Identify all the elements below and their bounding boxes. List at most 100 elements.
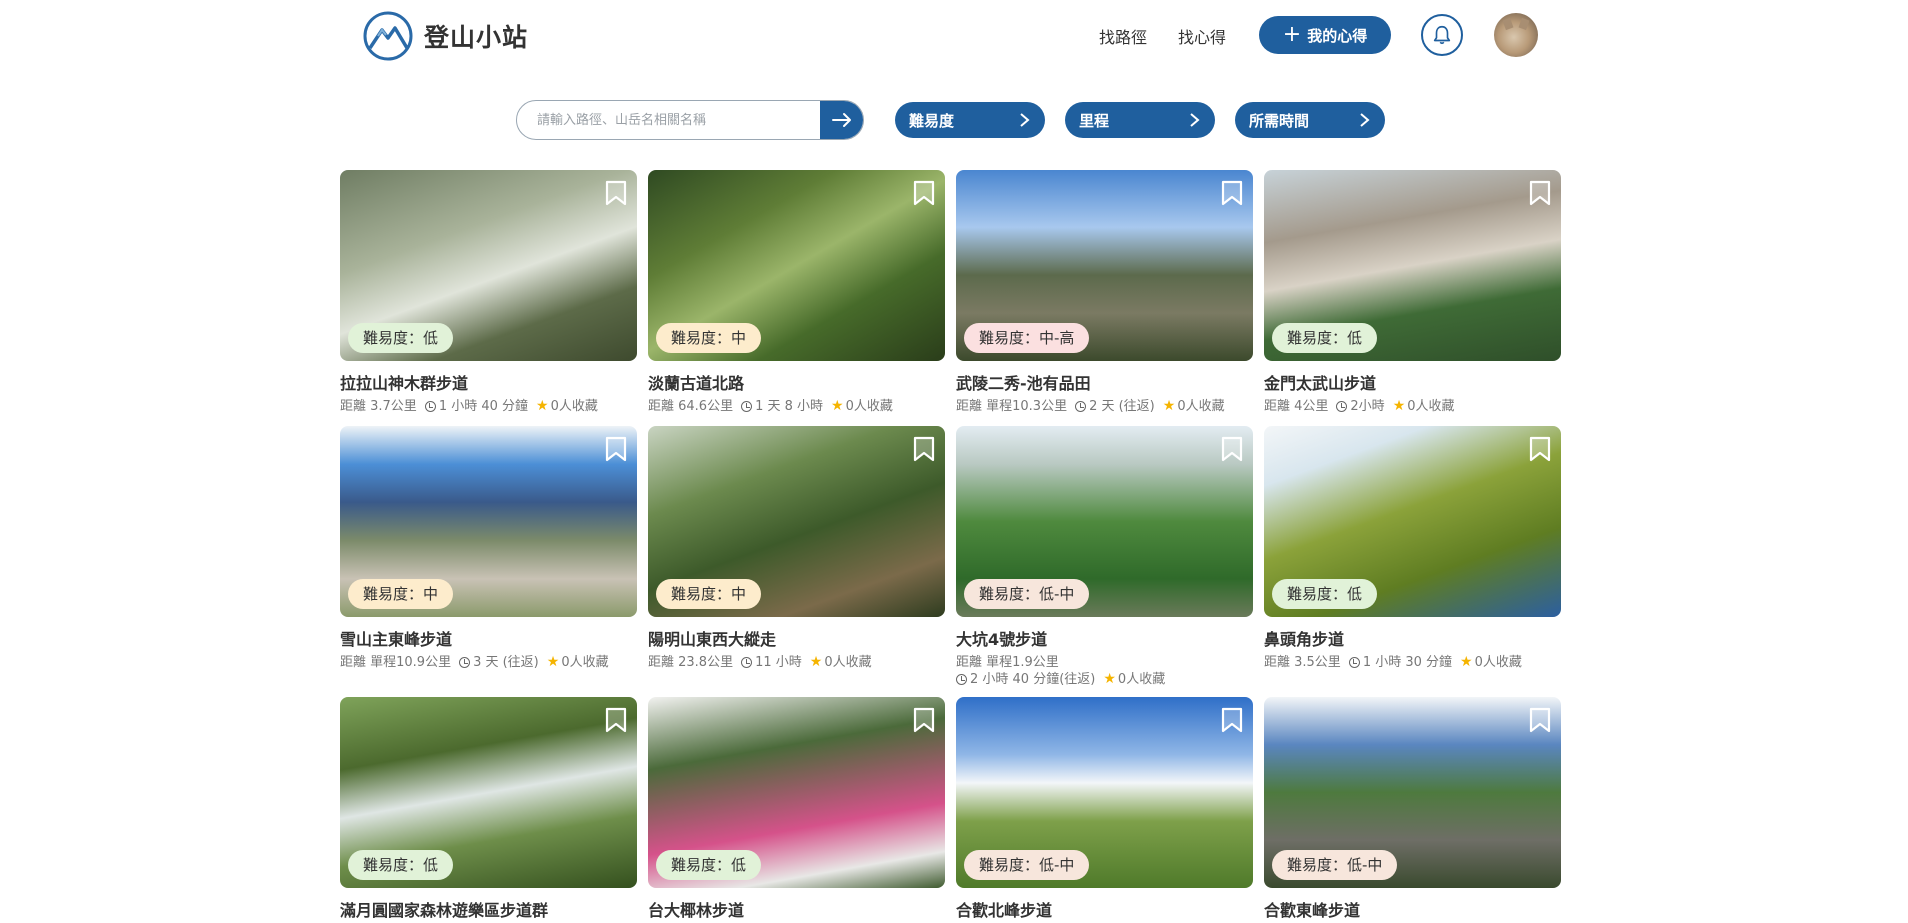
- trail-distance: 距離 3.5公里: [1264, 655, 1341, 670]
- trail-title[interactable]: 台大椰林步道: [648, 897, 945, 921]
- clock-icon: [956, 674, 967, 685]
- trail-favorites: 0人收藏: [1407, 399, 1455, 414]
- trail-meta: 距離 4公里 2小時 ★ 0人收藏: [1264, 398, 1561, 415]
- mountain-logo-icon: [363, 11, 413, 61]
- bookmark-icon[interactable]: [1529, 707, 1551, 733]
- bookmark-icon[interactable]: [1221, 436, 1243, 462]
- trail-title[interactable]: 大坑4號步道: [956, 626, 1253, 650]
- trail-favorites: 0人收藏: [1474, 655, 1522, 670]
- trail-card[interactable]: 難易度：中 雪山主東峰步道 距離 單程10.9公里 3 天 (往返) ★ 0人收藏: [340, 426, 637, 671]
- nav-find-notes[interactable]: 找心得: [1178, 24, 1226, 48]
- bookmark-icon[interactable]: [913, 180, 935, 206]
- trail-time: 2小時: [1350, 399, 1385, 414]
- trail-photo[interactable]: 難易度：中: [648, 170, 945, 361]
- bookmark-icon[interactable]: [605, 436, 627, 462]
- filter-distance-button[interactable]: 里程: [1065, 102, 1215, 138]
- clock-icon: [459, 657, 471, 668]
- trail-photo[interactable]: 難易度：低: [340, 697, 637, 888]
- my-posts-label: 我的心得: [1307, 26, 1368, 45]
- difficulty-badge: 難易度：低: [348, 850, 454, 880]
- trail-title[interactable]: 陽明山東西大縱走: [648, 626, 945, 650]
- filter-label: 里程: [1079, 111, 1110, 130]
- trail-distance: 距離 單程10.9公里: [340, 655, 452, 670]
- avatar[interactable]: [1494, 13, 1538, 57]
- trail-photo[interactable]: 難易度：中: [340, 426, 637, 617]
- notification-button[interactable]: [1421, 14, 1463, 56]
- trail-distance: 距離 4公里: [1264, 399, 1329, 414]
- trail-card[interactable]: 難易度：低-中 大坑4號步道 距離 單程1.9公里 2 小時 40 分鐘(往返) ★…: [956, 426, 1253, 688]
- difficulty-badge: 難易度：低-中: [964, 850, 1090, 880]
- trail-time: 2 天 (往返): [1089, 399, 1155, 414]
- bookmark-icon[interactable]: [605, 180, 627, 206]
- trail-photo[interactable]: 難易度：低: [1264, 426, 1561, 617]
- trail-photo[interactable]: 難易度：中-高: [956, 170, 1253, 361]
- trail-favorites: 0人收藏: [1117, 672, 1166, 687]
- star-icon: ★: [1162, 398, 1176, 414]
- trail-favorites: 0人收藏: [1177, 399, 1225, 414]
- trail-photo[interactable]: 難易度：低-中: [1264, 697, 1561, 888]
- search-box: [516, 100, 864, 140]
- trail-card[interactable]: 難易度：中-高 武陵二秀-池有品田 距離 單程10.3公里 2 天 (往返) ★ 0人…: [956, 170, 1253, 415]
- trail-card[interactable]: 難易度：中 淡蘭古道北路 距離 64.6公里 1 天 8 小時 ★ 0人收藏: [648, 170, 945, 415]
- trail-photo[interactable]: 難易度：低: [648, 697, 945, 888]
- trail-photo[interactable]: 難易度：低-中: [956, 426, 1253, 617]
- filter-time-button[interactable]: 所需時間: [1235, 102, 1385, 138]
- trail-time: 11 小時: [755, 655, 802, 670]
- difficulty-badge: 難易度：中: [348, 579, 454, 609]
- bookmark-icon[interactable]: [1529, 180, 1551, 206]
- trail-card[interactable]: 難易度：低-中 合歡北峰步道: [956, 697, 1253, 921]
- trail-meta: 距離 單程10.9公里 3 天 (往返) ★ 0人收藏: [340, 654, 637, 671]
- trail-card[interactable]: 難易度：低 鼻頭角步道 距離 3.5公里 1 小時 30 分鐘 ★ 0人收藏: [1264, 426, 1561, 671]
- bookmark-icon[interactable]: [1221, 707, 1243, 733]
- trail-meta: 距離 23.8公里 11 小時 ★ 0人收藏: [648, 654, 945, 671]
- trail-card[interactable]: 難易度：低 台大椰林步道: [648, 697, 945, 921]
- bookmark-icon[interactable]: [605, 707, 627, 733]
- trail-title[interactable]: 雪山主東峰步道: [340, 626, 637, 650]
- trail-card[interactable]: 難易度：低 滿月圓國家森林遊樂區步道群: [340, 697, 637, 921]
- trail-card[interactable]: 難易度：低-中 合歡東峰步道: [1264, 697, 1561, 921]
- trail-meta: 距離 單程1.9公里 2 小時 40 分鐘(往返) ★ 0人收藏: [956, 654, 1253, 688]
- trail-title[interactable]: 武陵二秀-池有品田: [956, 370, 1253, 394]
- trail-title[interactable]: 拉拉山神木群步道: [340, 370, 637, 394]
- trail-title[interactable]: 合歡北峰步道: [956, 897, 1253, 921]
- trail-distance: 距離 單程1.9公里: [956, 655, 1059, 670]
- filter-label: 所需時間: [1249, 111, 1310, 130]
- trail-photo[interactable]: 難易度：低: [1264, 170, 1561, 361]
- trail-favorites: 0人收藏: [550, 399, 598, 414]
- search-button[interactable]: [820, 101, 863, 139]
- nav-find-trail[interactable]: 找路徑: [1099, 24, 1147, 48]
- trail-title[interactable]: 合歡東峰步道: [1264, 897, 1561, 921]
- trail-photo[interactable]: 難易度：低: [340, 170, 637, 361]
- trail-title[interactable]: 金門太武山步道: [1264, 370, 1561, 394]
- trail-time: 2 小時 40 分鐘(往返): [970, 672, 1096, 687]
- clock-icon: [1336, 401, 1348, 412]
- star-icon: ★: [536, 398, 549, 414]
- plus-icon: +: [1282, 22, 1302, 47]
- difficulty-badge: 難易度：低: [656, 850, 762, 880]
- trail-photo[interactable]: 難易度：中: [648, 426, 945, 617]
- difficulty-badge: 難易度：低-中: [1272, 850, 1398, 880]
- filter-difficulty-button[interactable]: 難易度: [895, 102, 1045, 138]
- my-posts-button[interactable]: + 我的心得: [1259, 16, 1391, 54]
- difficulty-badge: 難易度：低: [1272, 323, 1378, 353]
- star-icon: ★: [1103, 671, 1116, 687]
- trail-card[interactable]: 難易度：中 陽明山東西大縱走 距離 23.8公里 11 小時 ★ 0人收藏: [648, 426, 945, 671]
- trail-card[interactable]: 難易度：低 金門太武山步道 距離 4公里 2小時 ★ 0人收藏: [1264, 170, 1561, 415]
- trail-title[interactable]: 滿月圓國家森林遊樂區步道群: [340, 897, 637, 921]
- bookmark-icon[interactable]: [913, 436, 935, 462]
- trail-title[interactable]: 鼻頭角步道: [1264, 626, 1561, 650]
- star-icon: ★: [1460, 654, 1473, 670]
- trail-distance: 距離 64.6公里: [648, 399, 734, 414]
- trail-card[interactable]: 難易度：低 拉拉山神木群步道 距離 3.7公里 1 小時 40 分鐘 ★ 0人收藏: [340, 170, 637, 415]
- difficulty-badge: 難易度：低: [1272, 579, 1378, 609]
- trail-meta: 距離 單程10.3公里 2 天 (往返) ★ 0人收藏: [956, 398, 1253, 415]
- bookmark-icon[interactable]: [913, 707, 935, 733]
- site-logo[interactable]: 登山小站: [362, 10, 528, 62]
- chevron-right-icon: [1020, 113, 1030, 127]
- trail-title[interactable]: 淡蘭古道北路: [648, 370, 945, 394]
- bookmark-icon[interactable]: [1221, 180, 1243, 206]
- trail-photo[interactable]: 難易度：低-中: [956, 697, 1253, 888]
- bookmark-icon[interactable]: [1529, 436, 1551, 462]
- trail-meta: 距離 64.6公里 1 天 8 小時 ★ 0人收藏: [648, 398, 945, 415]
- search-input[interactable]: [517, 101, 822, 139]
